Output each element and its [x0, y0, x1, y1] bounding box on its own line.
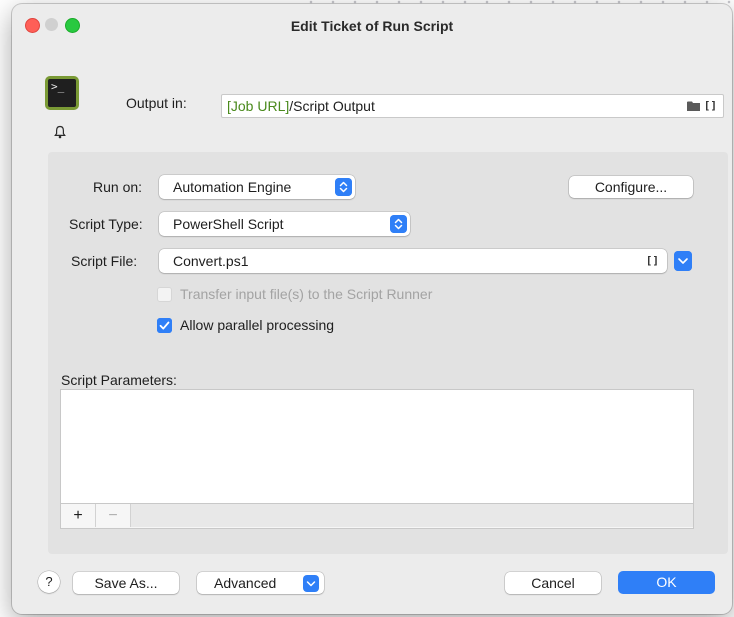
variable-icon[interactable]: []	[646, 249, 659, 273]
chevron-down-icon[interactable]	[674, 251, 692, 271]
remove-parameter-button[interactable]: −	[96, 504, 131, 527]
transfer-checkbox[interactable]	[157, 287, 172, 302]
folder-icon[interactable]	[686, 101, 700, 111]
run-on-select[interactable]: Automation Engine	[159, 175, 355, 199]
script-parameters-label: Script Parameters:	[61, 372, 177, 388]
output-path-field[interactable]: [Job URL]/Script Output []	[221, 94, 724, 118]
script-file-value: Convert.ps1	[173, 253, 249, 269]
dialog-window: Edit Ticket of Run Script >_ Output in: …	[12, 4, 732, 614]
advanced-label: Advanced	[214, 575, 277, 591]
parallel-label: Allow parallel processing	[180, 317, 335, 333]
script-file-field[interactable]: Convert.ps1 []	[159, 249, 667, 273]
cancel-button[interactable]: Cancel	[505, 572, 601, 594]
advanced-button[interactable]: Advanced	[197, 572, 324, 594]
stepper-icon	[335, 178, 352, 196]
run-on-value: Automation Engine	[173, 179, 292, 195]
script-type-label: Script Type:	[69, 216, 143, 232]
transfer-label: Transfer input file(s) to the Script Run…	[180, 286, 433, 302]
stepper-icon	[390, 215, 407, 233]
bell-icon[interactable]	[53, 125, 67, 139]
terminal-icon: >_	[45, 76, 79, 110]
chevron-down-icon	[303, 575, 319, 592]
parameters-toolbar: + −	[61, 503, 693, 528]
variable-icon[interactable]: []	[704, 99, 717, 112]
script-type-value: PowerShell Script	[173, 216, 284, 232]
help-icon[interactable]: ?	[38, 571, 60, 593]
output-path-text: /Script Output	[289, 98, 375, 114]
run-on-label: Run on:	[93, 179, 143, 195]
script-type-select[interactable]: PowerShell Script	[159, 212, 410, 236]
save-as-button[interactable]: Save As...	[73, 572, 179, 594]
window-title: Edit Ticket of Run Script	[290, 18, 454, 34]
job-url-token: [Job URL]	[227, 98, 290, 114]
checkmark-icon[interactable]	[157, 318, 172, 333]
script-file-label: Script File:	[71, 253, 138, 269]
toolbar-spacer	[131, 504, 693, 527]
ok-button[interactable]: OK	[618, 571, 715, 594]
output-label: Output in:	[126, 95, 187, 111]
configure-button[interactable]: Configure...	[569, 176, 693, 198]
script-parameters-list[interactable]: + −	[60, 389, 694, 529]
add-parameter-button[interactable]: +	[61, 504, 96, 527]
title-bar: Edit Ticket of Run Script	[12, 4, 732, 48]
